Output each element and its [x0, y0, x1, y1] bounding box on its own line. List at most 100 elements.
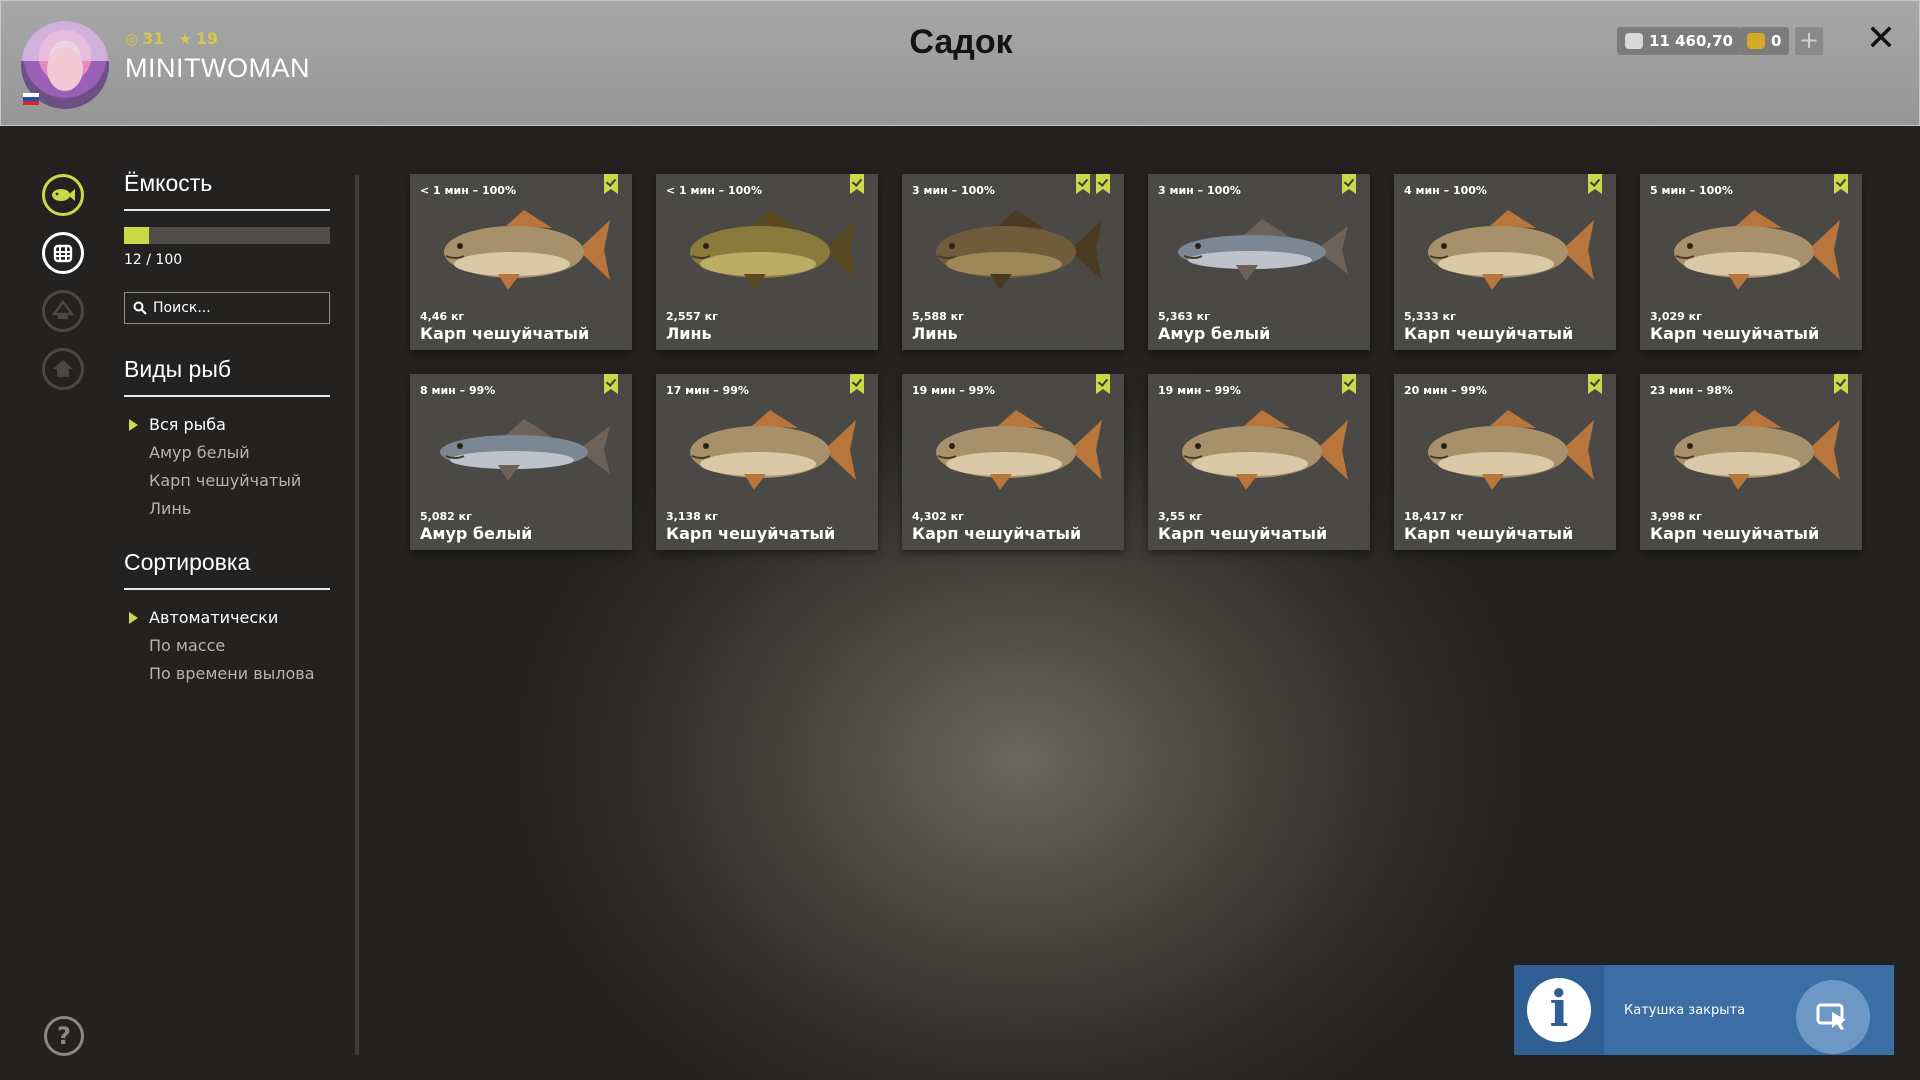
fish-weight: 3,998 кг [1650, 510, 1702, 523]
fish-catch-time: 19 мин – 99% [1158, 384, 1241, 397]
keepnet-icon[interactable] [42, 232, 84, 274]
fish-name: Карп чешуйчатый [1650, 524, 1820, 543]
fish-weight: 5,588 кг [912, 310, 964, 323]
search-icon [133, 301, 147, 315]
fish-weight: 4,302 кг [912, 510, 964, 523]
fish-catch-time: 4 мин – 100% [1404, 184, 1487, 197]
sort-item[interactable]: Автоматически [124, 604, 330, 632]
fish-image [1674, 410, 1840, 490]
silver-balance: 11 460,70 [1617, 27, 1741, 55]
fish-name: Карп чешуйчатый [420, 324, 590, 343]
fish-weight: 18,417 кг [1404, 510, 1464, 523]
help-icon[interactable]: ? [44, 1016, 84, 1056]
fish-image [936, 410, 1102, 490]
fish-card[interactable]: 19 мин – 99% 4,302 кг Карп чешуйчатый [902, 374, 1124, 550]
gold-coin-icon [1747, 33, 1765, 49]
fish-icon[interactable] [42, 174, 84, 216]
tackle-icon [42, 290, 84, 332]
fish-card[interactable]: 8 мин – 99% 5,082 кг Амур белый [410, 374, 632, 550]
fish-name: Карп чешуйчатый [912, 524, 1082, 543]
fish-catch-time: < 1 мин – 100% [666, 184, 762, 197]
fish-name: Карп чешуйчатый [1158, 524, 1328, 543]
fish-card[interactable]: 20 мин – 99% 18,417 кг Карп чешуйчатый [1394, 374, 1616, 550]
fish-image [440, 419, 610, 481]
bookmark-icon[interactable] [1588, 174, 1602, 194]
bookmark-icon[interactable] [1076, 174, 1090, 194]
info-icon: i [1527, 978, 1591, 1042]
fish-card[interactable]: < 1 мин – 100% 2,557 кг Линь [656, 174, 878, 350]
sort-item[interactable]: По массе [124, 632, 330, 660]
fish-catch-time: < 1 мин – 100% [420, 184, 516, 197]
fish-card[interactable]: 3 мин – 100% 5,588 кг Линь [902, 174, 1124, 350]
capacity-label: 12 / 100 [124, 252, 183, 268]
fish-name: Карп чешуйчатый [666, 524, 836, 543]
fish-image [1428, 210, 1594, 290]
species-item[interactable]: Вся рыба [124, 411, 330, 439]
fish-name: Амур белый [420, 524, 533, 543]
bookmark-icon[interactable] [1096, 174, 1110, 194]
search-placeholder: Поиск... [153, 300, 211, 316]
add-gold-button[interactable]: + [1795, 27, 1823, 55]
search-input[interactable]: Поиск... [124, 292, 330, 324]
species-item[interactable]: Карп чешуйчатый [124, 467, 330, 495]
fish-image [1182, 410, 1348, 490]
notification-toast[interactable]: i Катушка закрыта [1514, 965, 1894, 1055]
filter-panel: Ёмкость 12 / 100 Поиск... Виды рыб Вся р… [124, 170, 330, 688]
species-item[interactable]: Амур белый [124, 439, 330, 467]
fish-card[interactable]: 17 мин – 99% 3,138 кг Карп чешуйчатый [656, 374, 878, 550]
russia-flag-icon [23, 93, 39, 105]
fish-catch-time: 17 мин – 99% [666, 384, 749, 397]
fish-weight: 5,333 кг [1404, 310, 1456, 323]
fish-weight: 3,138 кг [666, 510, 718, 523]
fish-weight: 3,55 кг [1158, 510, 1203, 523]
fish-card[interactable]: 23 мин – 98% 3,998 кг Карп чешуйчатый [1640, 374, 1862, 550]
sorting-heading: Сортировка [124, 549, 330, 590]
bookmark-icon[interactable] [1342, 174, 1356, 194]
fish-card[interactable]: 3 мин – 100% 5,363 кг Амур белый [1148, 174, 1370, 350]
capacity-heading: Ёмкость [124, 170, 330, 211]
fish-image [690, 410, 856, 490]
bookmark-icon[interactable] [1588, 374, 1602, 394]
fish-weight: 4,46 кг [420, 310, 465, 323]
sorting-list: Автоматически По массе По времени вылова [124, 604, 330, 688]
fish-catch-time: 20 мин – 99% [1404, 384, 1487, 397]
fish-name: Линь [912, 324, 958, 343]
fish-image [1178, 219, 1348, 281]
fish-image [690, 210, 856, 290]
fish-name: Карп чешуйчатый [1404, 324, 1574, 343]
fish-card[interactable]: 5 мин – 100% 3,029 кг Карп чешуйчатый [1640, 174, 1862, 350]
bookmark-icon[interactable] [1834, 374, 1848, 394]
bookmark-icon[interactable] [850, 374, 864, 394]
gold-amount: 0 [1771, 32, 1782, 50]
bookmark-icon[interactable] [1342, 374, 1356, 394]
sort-item[interactable]: По времени вылова [124, 660, 330, 688]
bookmark-icon[interactable] [604, 174, 618, 194]
capacity-bar [124, 227, 330, 244]
fish-catch-time: 8 мин – 99% [420, 384, 496, 397]
fish-catch-time: 3 мин – 100% [912, 184, 995, 197]
fish-card[interactable]: 4 мин – 100% 5,333 кг Карп чешуйчатый [1394, 174, 1616, 350]
fish-card[interactable]: 19 мин – 99% 3,55 кг Карп чешуйчатый [1148, 374, 1370, 550]
bookmark-icon[interactable] [604, 374, 618, 394]
notification-text: Катушка закрыта [1624, 1002, 1746, 1018]
top-bar: ◎ 31 ★ 19 MINITWOMAN Садок 11 460,70 0 + ✕ [0, 0, 1920, 126]
fish-weight: 5,082 кг [420, 510, 472, 523]
fish-grid: < 1 мин – 100% 4,46 кг Карп чешуйчатый < 1… [410, 174, 1862, 550]
bookmark-icon[interactable] [850, 174, 864, 194]
species-list: Вся рыба Амур белый Карп чешуйчатый Линь [124, 411, 330, 523]
close-icon[interactable]: ✕ [1865, 21, 1897, 57]
gold-balance: 0 [1739, 27, 1790, 55]
capacity-bar-fill [124, 227, 149, 244]
cursor-click-icon[interactable] [1796, 980, 1870, 1054]
fish-catch-time: 19 мин – 99% [912, 384, 995, 397]
panel-divider [355, 175, 359, 1055]
bookmark-icon[interactable] [1096, 374, 1110, 394]
species-item[interactable]: Линь [124, 495, 330, 523]
bookmark-icon[interactable] [1834, 174, 1848, 194]
fish-weight: 3,029 кг [1650, 310, 1702, 323]
fish-name: Линь [666, 324, 712, 343]
silver-coin-icon [1625, 33, 1643, 49]
fish-image [444, 210, 610, 290]
fish-card[interactable]: < 1 мин – 100% 4,46 кг Карп чешуйчатый [410, 174, 632, 350]
fish-image [1428, 410, 1594, 490]
